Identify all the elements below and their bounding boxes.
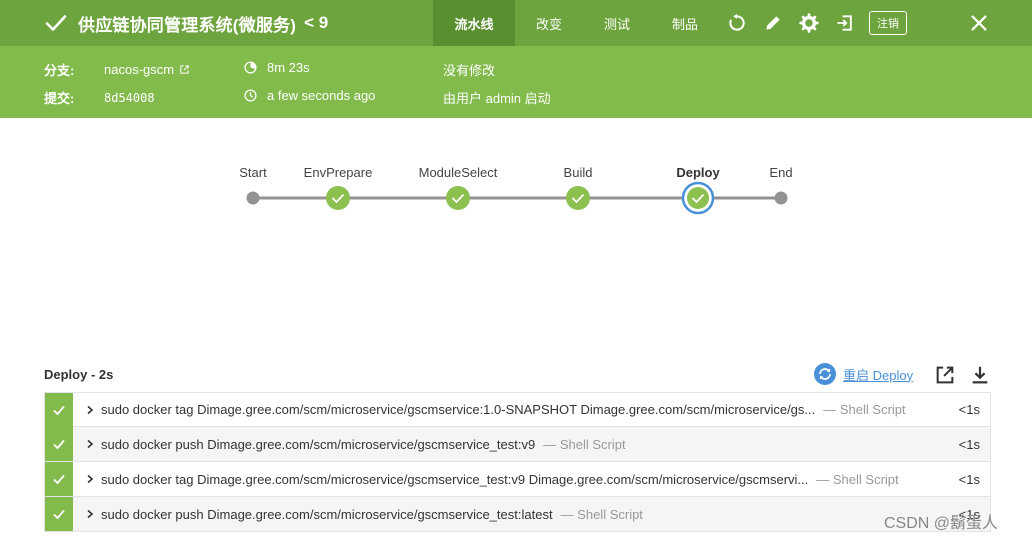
moduleselect-node[interactable] <box>446 186 470 210</box>
pipeline-track <box>246 181 788 215</box>
commit-label: 提交: <box>44 91 75 106</box>
step-row[interactable]: sudo docker push Dimage.gree.com/scm/mic… <box>44 497 991 532</box>
edit-button[interactable] <box>755 0 791 46</box>
pencil-icon <box>766 16 780 30</box>
step-duration: <1s <box>958 436 980 452</box>
close-icon[interactable] <box>968 12 990 34</box>
step-status-success <box>45 392 73 427</box>
tab-artifacts[interactable]: 制品 <box>651 0 719 46</box>
tab-pipeline[interactable]: 流水线 <box>433 0 515 46</box>
branch-link[interactable]: nacos-gscm <box>104 62 174 77</box>
replay-button[interactable] <box>719 0 755 46</box>
time-info: a few seconds ago <box>244 88 375 103</box>
check-icon <box>53 474 65 485</box>
open-in-new-window-icon[interactable] <box>934 364 956 386</box>
restart-stage-label: 重启 Deploy <box>843 367 914 383</box>
step-type: — Shell Script <box>543 436 626 452</box>
exit-icon <box>837 15 852 31</box>
step-type: — Shell Script <box>823 402 906 417</box>
step-status-success <box>45 462 73 496</box>
logout-button[interactable]: 注销 <box>869 11 907 35</box>
check-icon <box>45 15 67 31</box>
build-node[interactable] <box>566 186 590 210</box>
chevron-right-icon[interactable] <box>85 439 95 449</box>
changes-info: 没有修改 <box>443 63 496 78</box>
step-row[interactable]: sudo docker tag Dimage.gree.com/scm/micr… <box>44 462 991 497</box>
tab-changes[interactable]: 改变 <box>515 0 583 46</box>
duration-icon <box>244 61 257 74</box>
chevron-right-icon[interactable] <box>85 474 95 484</box>
step-command: sudo docker tag Dimage.gree.com/scm/micr… <box>101 471 809 487</box>
branch-label: 分支: <box>44 63 75 78</box>
step-list: sudo docker tag Dimage.gree.com/scm/micr… <box>44 392 991 532</box>
settings-button[interactable] <box>791 0 827 46</box>
top-bar: 供应链协同管理系统(微服务) < 9 流水线 改变 测试 制品 注销 <box>0 0 1032 46</box>
step-duration: <1s <box>958 471 980 487</box>
step-type: — Shell Script <box>816 471 899 487</box>
duration-info: 8m 23s <box>244 60 310 75</box>
check-icon <box>53 405 65 415</box>
step-row[interactable]: sudo docker push Dimage.gree.com/scm/mic… <box>44 427 991 462</box>
step-status-success <box>45 497 73 531</box>
step-type: — Shell Script <box>560 506 643 522</box>
clock-icon <box>244 89 257 102</box>
restart-stage-button[interactable]: 重启 Deploy <box>813 362 913 386</box>
gear-icon <box>799 13 819 33</box>
branch-info: 分支: nacos-gscm <box>44 60 190 79</box>
run-info-bar: 分支: nacos-gscm 提交: 8d54008 8m 23s a few … <box>0 46 1032 118</box>
commit-info: 提交: 8d54008 <box>44 88 155 107</box>
page-title: 供应链协同管理系统(微服务) <box>78 15 297 35</box>
pipeline-graph: Start EnvPrepare ModuleSelect Build Depl… <box>0 150 1032 230</box>
duration-value: 8m 23s <box>267 60 310 75</box>
commit-hash: 8d54008 <box>104 90 155 105</box>
step-status-success <box>45 427 73 461</box>
chevron-right-icon[interactable] <box>85 509 95 519</box>
title-area: 供应链协同管理系统(微服务) < 9 <box>0 0 433 46</box>
time-ago-value: a few seconds ago <box>267 88 376 103</box>
started-by-info: 由用户 admin 启动 <box>443 91 551 106</box>
step-duration: <1s <box>958 402 980 417</box>
step-row[interactable]: sudo docker tag Dimage.gree.com/scm/micr… <box>44 392 991 427</box>
replay-icon <box>729 13 745 31</box>
check-icon <box>53 439 65 450</box>
step-command: sudo docker tag Dimage.gree.com/scm/micr… <box>101 402 816 417</box>
run-number-link[interactable]: < 9 <box>304 13 328 33</box>
download-icon[interactable] <box>969 364 991 386</box>
chevron-right-icon[interactable] <box>85 405 95 415</box>
envprepare-node[interactable] <box>326 186 350 210</box>
deploy-node[interactable] <box>681 181 715 215</box>
step-command: sudo docker push Dimage.gree.com/scm/mic… <box>101 506 553 522</box>
stage-log-title: Deploy - 2s <box>44 367 114 382</box>
start-node <box>246 191 260 205</box>
tab-tests[interactable]: 测试 <box>583 0 651 46</box>
exit-button[interactable] <box>827 0 863 46</box>
check-icon <box>53 509 65 520</box>
step-command: sudo docker push Dimage.gree.com/scm/mic… <box>101 436 536 452</box>
watermark: CSDN @鬍蛋人 <box>884 515 999 532</box>
end-node <box>774 191 788 205</box>
external-link-icon[interactable] <box>179 64 190 75</box>
restart-icon <box>814 363 836 385</box>
